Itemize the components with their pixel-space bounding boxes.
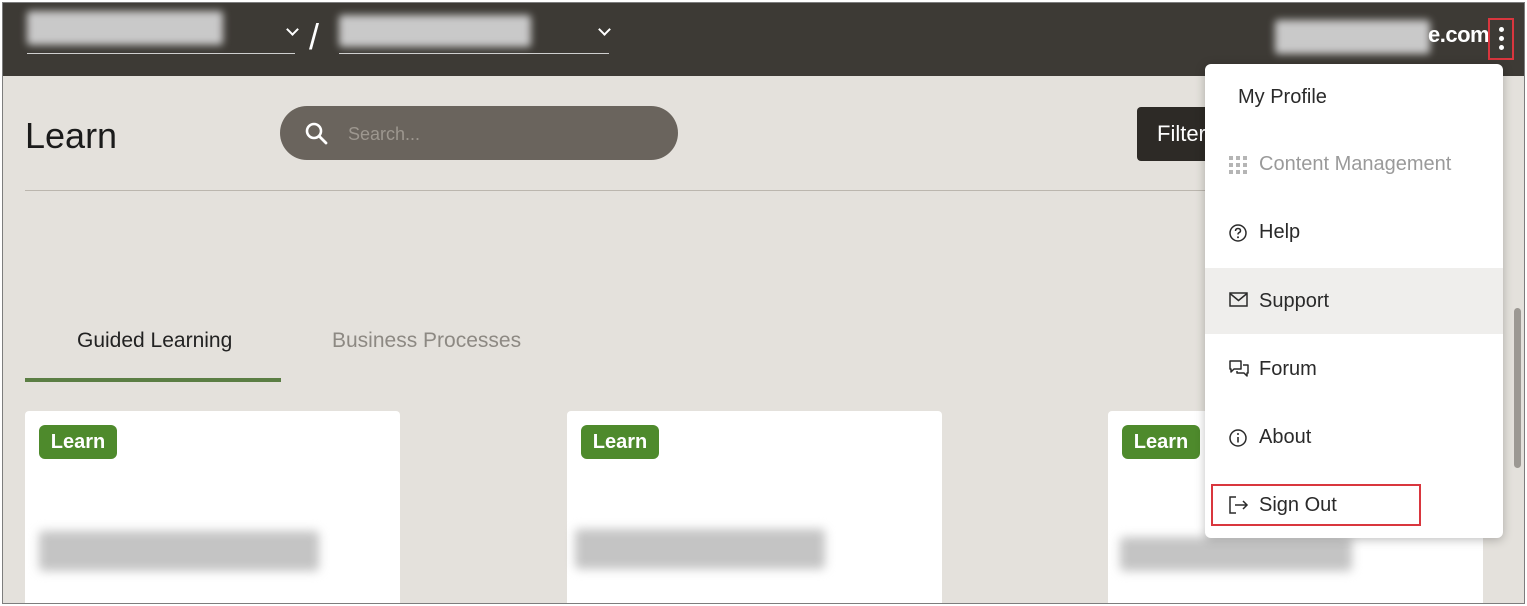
grid-icon <box>1229 156 1247 174</box>
card-title-redacted <box>575 529 825 569</box>
chat-bubbles-icon <box>1229 360 1249 377</box>
menu-item-help[interactable]: Help <box>1205 199 1503 265</box>
user-domain-label: e.com <box>1428 22 1490 47</box>
tab-guided-learning[interactable]: Guided Learning <box>77 329 232 353</box>
tab-business-processes[interactable]: Business Processes <box>332 329 521 353</box>
workspace-name-redacted <box>27 11 223 45</box>
environment-name-redacted <box>339 15 531 47</box>
card-title-redacted <box>39 531 319 571</box>
workspace-selector-underline <box>27 53 295 54</box>
user-menu-dropdown: My Profile Content Management Help Suppo… <box>1205 64 1503 538</box>
menu-item-my-profile[interactable]: My Profile <box>1205 64 1503 130</box>
breadcrumb-separator: / <box>309 16 320 57</box>
page-title: Learn <box>25 115 118 156</box>
chevron-down-icon <box>598 23 611 36</box>
header-divider <box>25 190 1225 191</box>
kebab-dot <box>1499 36 1504 41</box>
search-input[interactable] <box>346 114 660 154</box>
menu-item-support[interactable]: Support <box>1205 268 1503 334</box>
info-circle-icon <box>1229 429 1247 447</box>
chevron-down-icon <box>286 23 299 36</box>
menu-item-forum[interactable]: Forum <box>1205 336 1503 402</box>
learning-card[interactable]: Learn <box>25 411 400 603</box>
environment-selector-underline <box>339 53 609 54</box>
kebab-dot <box>1499 45 1504 50</box>
menu-item-label: Support <box>1259 290 1330 312</box>
learn-badge: Learn <box>581 425 659 459</box>
environment-selector[interactable] <box>337 11 613 55</box>
learn-badge: Learn <box>1122 425 1200 459</box>
menu-item-label: About <box>1259 426 1312 448</box>
username-redacted <box>1275 20 1430 54</box>
search-bar[interactable] <box>280 106 678 160</box>
menu-item-label: My Profile <box>1238 86 1327 108</box>
card-title-redacted <box>1120 537 1352 571</box>
sign-out-highlight-box <box>1211 484 1421 526</box>
menu-item-label: Content Management <box>1259 153 1452 175</box>
envelope-icon <box>1229 292 1248 307</box>
kebab-dot <box>1499 27 1504 32</box>
app-frame: / e.com Learn Filter Guided Learning Bus… <box>2 2 1525 604</box>
menu-item-content-management: Content Management <box>1205 131 1503 197</box>
active-tab-indicator <box>25 378 281 382</box>
question-circle-icon <box>1229 224 1247 242</box>
learn-badge: Learn <box>39 425 117 459</box>
menu-item-about[interactable]: About <box>1205 404 1503 470</box>
scrollbar-thumb[interactable] <box>1514 308 1521 468</box>
menu-item-label: Help <box>1259 221 1301 243</box>
kebab-menu-button[interactable] <box>1488 18 1514 60</box>
workspace-selector[interactable] <box>23 11 301 55</box>
menu-item-label: Forum <box>1259 358 1317 380</box>
learning-card[interactable]: Learn <box>567 411 942 603</box>
search-icon <box>305 122 328 145</box>
